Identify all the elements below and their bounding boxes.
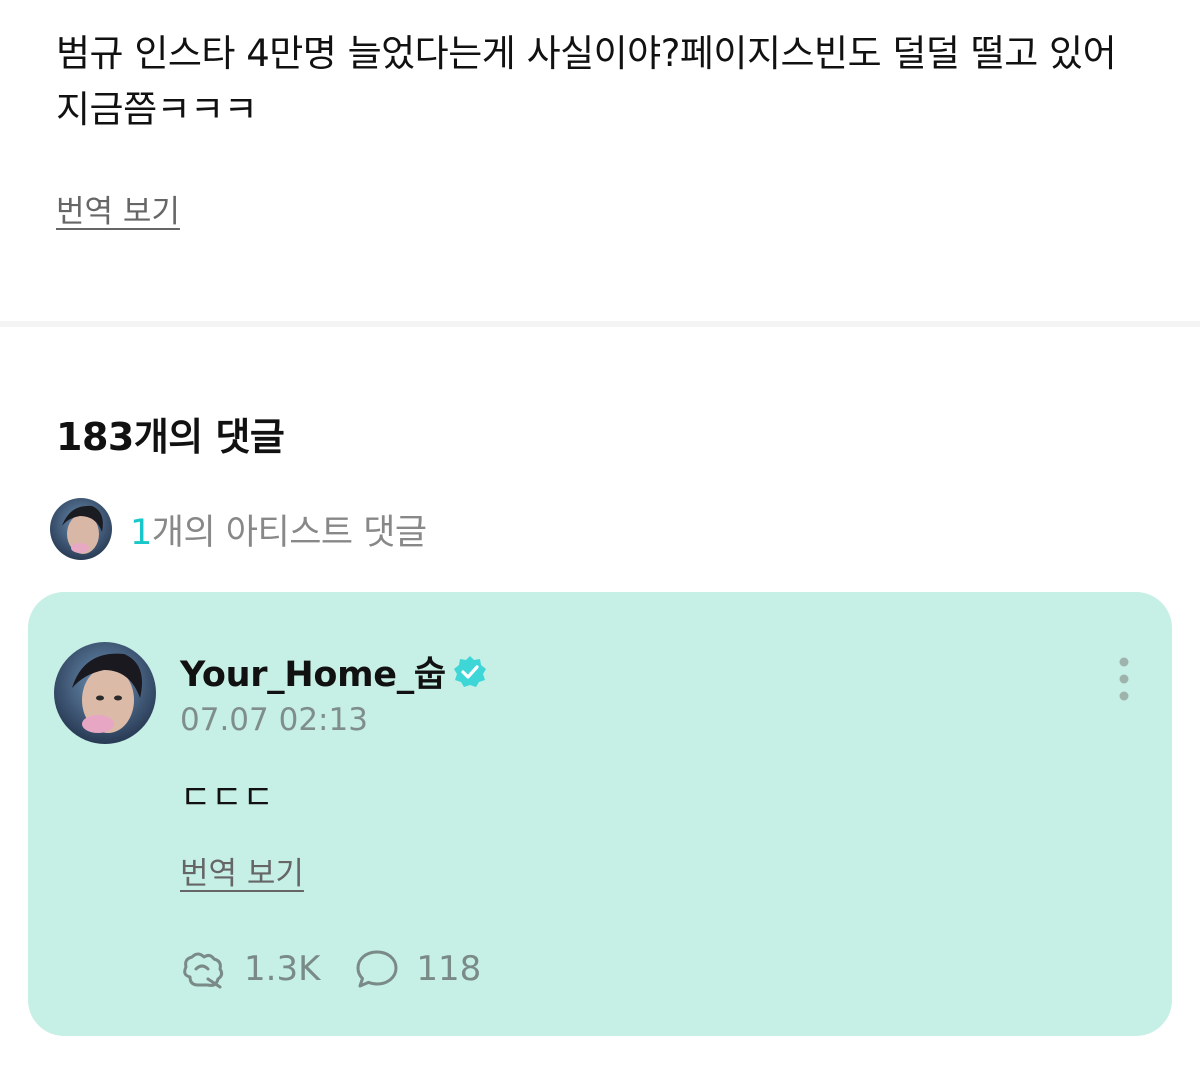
artist-avatar[interactable]: [54, 642, 156, 744]
username-row: Your_Home_숩: [180, 646, 488, 697]
comment-translate-link[interactable]: 번역 보기: [180, 848, 304, 893]
artist-mini-avatar: [50, 498, 112, 560]
comment-count-heading: 183개의 댓글: [56, 415, 285, 459]
reply-button[interactable]: 118: [354, 948, 481, 990]
artist-comment-count: 1: [130, 512, 152, 553]
comment-actions: 1.3K 118: [180, 948, 481, 990]
post-text: 범규 인스타 4만명 늘었다는게 사실이야?페이지스빈도 덜덜 떨고 있어 지금…: [56, 32, 1117, 131]
like-count: 1.3K: [244, 949, 321, 989]
like-button[interactable]: 1.3K: [180, 949, 320, 989]
artist-comments-summary[interactable]: 1개의 아티스트 댓글: [50, 498, 427, 560]
artist-summary-label: 개의 아티스트 댓글: [151, 512, 427, 553]
artist-summary-text: 1개의 아티스트 댓글: [130, 504, 427, 555]
artist-comment-card: Your_Home_숩 07.07 02:13 ㄷㄷㄷ 번역 보기 1.3K 1…: [28, 592, 1172, 1036]
more-vertical-icon[interactable]: [1112, 654, 1136, 704]
section-divider: [0, 321, 1200, 327]
comment-bubble-icon: [356, 950, 398, 988]
post-translate-link[interactable]: 번역 보기: [56, 186, 180, 231]
verified-badge-icon: [453, 655, 486, 687]
comment-timestamp: 07.07 02:13: [180, 702, 368, 738]
comment-body: ㄷㄷㄷ: [180, 778, 274, 818]
username[interactable]: Your_Home_숩: [180, 646, 446, 697]
reply-count: 118: [416, 949, 482, 989]
post: 범규 인스타 4만명 늘었다는게 사실이야?페이지스빈도 덜덜 떨고 있어 지금…: [56, 26, 1156, 230]
like-icon: [183, 952, 224, 989]
